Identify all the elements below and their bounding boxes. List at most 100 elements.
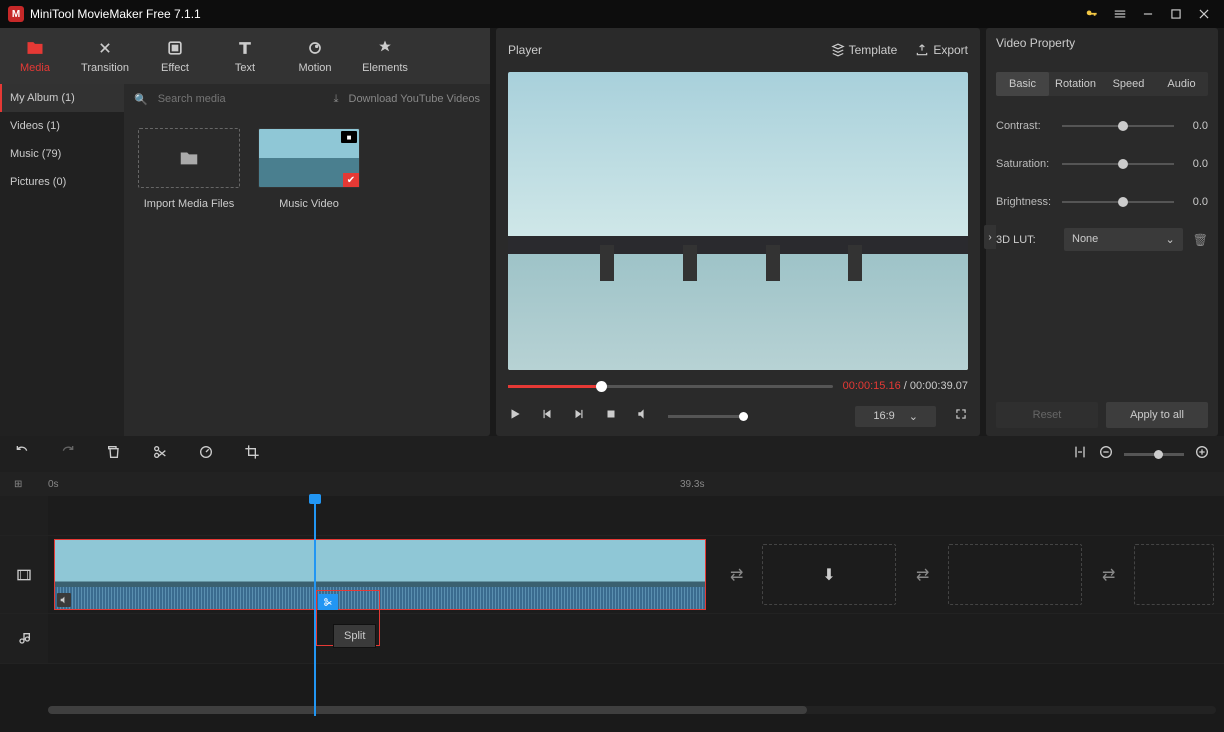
nav-videos[interactable]: Videos (1) <box>0 112 124 140</box>
stop-button[interactable] <box>604 407 618 426</box>
clip-placeholder[interactable] <box>1134 544 1214 605</box>
search-input[interactable] <box>158 93 324 105</box>
progress-bar[interactable] <box>508 385 833 388</box>
tab-speed[interactable]: Speed <box>1102 72 1155 96</box>
zoom-slider[interactable] <box>1124 453 1184 456</box>
tab-motion[interactable]: Motion <box>280 28 350 84</box>
transition-icon[interactable]: ⇄ <box>730 565 743 585</box>
reset-button[interactable]: Reset <box>996 402 1098 428</box>
property-panel: Video Property Basic Rotation Speed Audi… <box>986 28 1218 436</box>
import-media-label: Import Media Files <box>144 198 234 210</box>
redo-button[interactable] <box>60 444 76 465</box>
app-logo: M <box>8 6 24 22</box>
overlay-track[interactable] <box>0 496 1224 536</box>
timeline-tracks: ⇄ ⬇ ⇄ ⇄ Split <box>0 496 1224 716</box>
export-label: Export <box>933 43 968 57</box>
tab-effect-label: Effect <box>161 62 189 74</box>
delete-lut-icon[interactable]: 🗑 <box>1193 233 1208 247</box>
player-panel: Player Template Export 00:00:15.16 / 00:… <box>496 28 980 436</box>
zoom-in-button[interactable] <box>1194 444 1210 465</box>
close-button[interactable] <box>1192 2 1216 26</box>
video-preview[interactable] <box>508 72 968 370</box>
property-tabs: Basic Rotation Speed Audio <box>996 72 1208 96</box>
tab-motion-label: Motion <box>298 62 331 74</box>
video-badge-icon: ■ <box>341 131 357 143</box>
titlebar: M MiniTool MovieMaker Free 7.1.1 <box>0 0 1224 28</box>
contrast-slider[interactable] <box>1062 125 1174 127</box>
undo-button[interactable] <box>14 444 30 465</box>
template-label: Template <box>849 43 898 57</box>
license-key-icon[interactable] <box>1080 2 1104 26</box>
minimize-button[interactable] <box>1136 2 1160 26</box>
saturation-label: Saturation: <box>996 158 1054 170</box>
transition-icon[interactable]: ⇄ <box>1102 565 1115 585</box>
lut-select[interactable]: None⌄ <box>1064 228 1183 251</box>
brightness-label: Brightness: <box>996 196 1054 208</box>
transition-icon[interactable]: ⇄ <box>916 565 929 585</box>
nav-music[interactable]: Music (79) <box>0 140 124 168</box>
audio-track-icon <box>16 631 32 647</box>
speed-button[interactable] <box>198 444 214 465</box>
playhead[interactable] <box>314 496 316 716</box>
brightness-slider[interactable] <box>1062 201 1174 203</box>
tab-elements[interactable]: Elements <box>350 28 420 84</box>
split-tooltip: Split <box>333 624 376 648</box>
volume-slider[interactable] <box>668 415 748 418</box>
delete-button[interactable] <box>106 444 122 465</box>
tab-basic[interactable]: Basic <box>996 72 1049 96</box>
fullscreen-button[interactable] <box>954 407 968 426</box>
tab-elements-label: Elements <box>362 62 408 74</box>
media-sidenav: My Album (1) Videos (1) Music (79) Pictu… <box>0 84 124 436</box>
tab-rotation[interactable]: Rotation <box>1049 72 1102 96</box>
nav-my-album[interactable]: My Album (1) <box>0 84 124 112</box>
tab-audio[interactable]: Audio <box>1155 72 1208 96</box>
clip-placeholder[interactable]: ⬇ <box>762 544 896 605</box>
play-button[interactable] <box>508 407 522 426</box>
timeline-fit-icon[interactable] <box>1072 444 1088 465</box>
template-button[interactable]: Template <box>831 43 898 57</box>
import-media-tile[interactable]: Import Media Files <box>138 128 240 210</box>
apply-all-button[interactable]: Apply to all <box>1106 402 1208 428</box>
saturation-slider[interactable] <box>1062 163 1174 165</box>
tab-transition[interactable]: Transition <box>70 28 140 84</box>
media-clip-music-video[interactable]: ■ Music Video <box>258 128 360 210</box>
timeline-ruler[interactable]: ⊞ 0s 39.3s <box>0 472 1224 496</box>
next-frame-button[interactable] <box>572 407 586 426</box>
time-display: 00:00:15.16 / 00:00:39.07 <box>843 380 968 392</box>
property-title: Video Property <box>996 36 1208 60</box>
timeline-toolbar <box>0 436 1224 472</box>
aspect-ratio-select[interactable]: 16:9⌄ <box>855 406 936 427</box>
split-handle-icon[interactable] <box>318 594 338 610</box>
add-track-icon[interactable]: ⊞ <box>14 479 22 490</box>
clip-placeholder[interactable] <box>948 544 1082 605</box>
volume-icon[interactable] <box>636 407 650 426</box>
audio-track[interactable] <box>0 614 1224 664</box>
search-icon: 🔍 <box>134 93 148 106</box>
maximize-button[interactable] <box>1164 2 1188 26</box>
contrast-label: Contrast: <box>996 120 1054 132</box>
download-youtube-link[interactable]: Download YouTube Videos <box>349 93 481 105</box>
zoom-out-button[interactable] <box>1098 444 1114 465</box>
chevron-down-icon: ⌄ <box>1166 233 1175 246</box>
split-button[interactable] <box>152 444 168 465</box>
prev-frame-button[interactable] <box>540 407 554 426</box>
saturation-value: 0.0 <box>1182 158 1208 170</box>
brightness-value: 0.0 <box>1182 196 1208 208</box>
ruler-start: 0s <box>48 479 59 490</box>
panel-collapse-handle[interactable]: › <box>984 225 996 249</box>
video-track[interactable]: ⇄ ⬇ ⇄ ⇄ <box>0 536 1224 614</box>
tab-effect[interactable]: Effect <box>140 28 210 84</box>
media-clip-label: Music Video <box>279 198 339 210</box>
crop-button[interactable] <box>244 444 260 465</box>
tab-media[interactable]: Media <box>0 28 70 84</box>
export-button[interactable]: Export <box>915 43 968 57</box>
tab-transition-label: Transition <box>81 62 129 74</box>
contrast-value: 0.0 <box>1182 120 1208 132</box>
tab-text[interactable]: Text <box>210 28 280 84</box>
tab-text-label: Text <box>235 62 255 74</box>
main-toolbar: Media Transition Effect Text Motion Elem… <box>0 28 490 84</box>
video-clip[interactable] <box>54 539 706 610</box>
nav-pictures[interactable]: Pictures (0) <box>0 168 124 196</box>
menu-icon[interactable] <box>1108 2 1132 26</box>
timeline-scrollbar[interactable] <box>48 706 1216 714</box>
